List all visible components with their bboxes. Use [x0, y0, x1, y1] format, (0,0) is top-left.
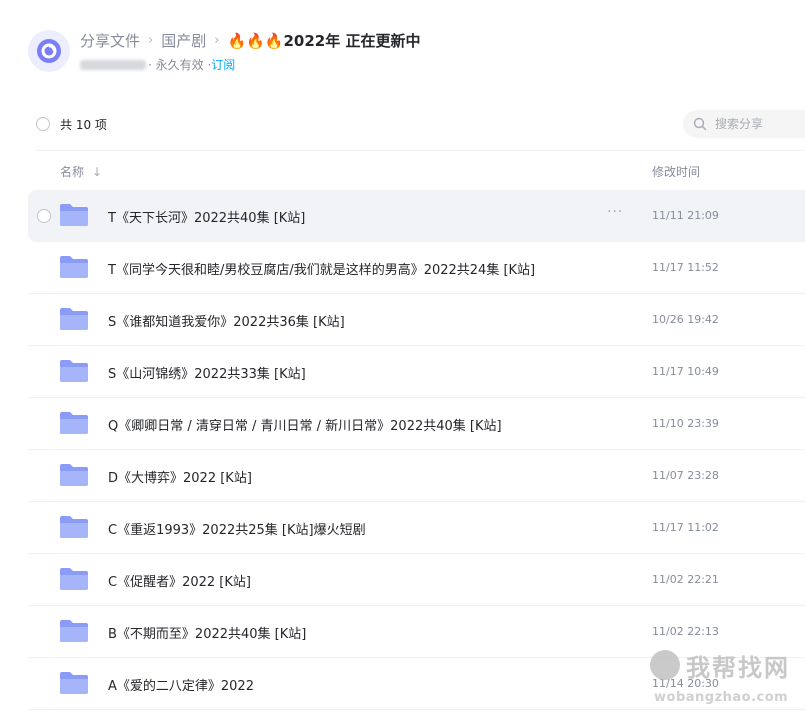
- file-name[interactable]: T《同学今天很和睦/男校豆腐店/我们就是这样的男高》2022共24集 [K站]: [108, 259, 535, 278]
- more-icon[interactable]: ···: [607, 204, 623, 220]
- sharer-name-blurred: [80, 59, 146, 70]
- folder-icon: [59, 359, 89, 387]
- file-name[interactable]: C《重返1993》2022共25集 [K站]爆火短剧: [108, 519, 366, 538]
- modified-time: 11/17 11:02: [652, 521, 719, 534]
- search-icon: [693, 117, 707, 131]
- header-divider: [36, 150, 805, 151]
- table-row[interactable]: D《大博弈》2022 [K站]···11/07 23:28: [28, 450, 805, 502]
- folder-icon: [59, 567, 89, 595]
- file-name[interactable]: S《谁都知道我爱你》2022共36集 [K站]: [108, 311, 345, 330]
- select-all-checkbox[interactable]: [36, 117, 50, 131]
- file-name[interactable]: D《大博弈》2022 [K站]: [108, 467, 252, 486]
- table-row[interactable]: C《重返1993》2022共25集 [K站]爆火短剧···11/17 11:02: [28, 502, 805, 554]
- modified-time: 11/17 11:52: [652, 261, 719, 274]
- table-row[interactable]: S《山河锦绣》2022共33集 [K站]···11/17 10:49: [28, 346, 805, 398]
- file-name[interactable]: C《促醒者》2022 [K站]: [108, 571, 251, 590]
- column-name[interactable]: 名称 ↓: [60, 163, 102, 180]
- search-box[interactable]: [683, 110, 805, 138]
- folder-icon: [59, 619, 89, 647]
- folder-icon: [59, 307, 89, 335]
- file-name[interactable]: T《天下长河》2022共40集 [K站]: [108, 207, 305, 226]
- folder-icon: [59, 515, 89, 543]
- chevron-right-icon: ›: [148, 33, 154, 48]
- validity-label: · 永久有效 ·: [148, 58, 212, 72]
- folder-icon: [59, 463, 89, 491]
- watermark-title: 我帮找网: [686, 654, 790, 682]
- folder-icon: [59, 671, 89, 699]
- item-count: 共 10 项: [60, 118, 107, 132]
- column-header: 名称 ↓ 修改时间: [28, 158, 805, 182]
- modified-time: 10/26 19:42: [652, 313, 719, 326]
- cloud-logo-icon: [28, 30, 70, 72]
- share-header: 分享文件 › 国产剧 › 🔥🔥🔥2022年 正在更新中 · 永久有效 · 订阅: [28, 26, 788, 76]
- breadcrumb-current-folder: 🔥🔥🔥2022年 正在更新中: [227, 32, 421, 50]
- folder-icon: [59, 203, 89, 231]
- modified-time: 11/07 23:28: [652, 469, 719, 482]
- table-row[interactable]: Q《卿卿日常 / 清穿日常 / 青川日常 / 新川日常》2022共40集 [K站…: [28, 398, 805, 450]
- file-name[interactable]: B《不期而至》2022共40集 [K站]: [108, 623, 306, 642]
- modified-time: 11/11 21:09: [652, 209, 719, 222]
- table-row[interactable]: T《天下长河》2022共40集 [K站] ··· 11/11 21:09: [28, 190, 805, 242]
- watermark-url: wobangzhao.com: [654, 690, 789, 705]
- breadcrumb: 分享文件 › 国产剧 › 🔥🔥🔥2022年 正在更新中: [80, 30, 420, 51]
- sort-arrow-icon[interactable]: ↓: [92, 165, 102, 179]
- column-name-label: 名称: [60, 165, 85, 179]
- table-row[interactable]: S《谁都知道我爱你》2022共36集 [K站]···10/26 19:42: [28, 294, 805, 346]
- search-input[interactable]: [713, 116, 805, 132]
- modified-time: 11/02 22:13: [652, 625, 719, 638]
- modified-time: 11/17 10:49: [652, 365, 719, 378]
- breadcrumb-item-share-files[interactable]: 分享文件: [80, 30, 140, 51]
- modified-time: 11/10 23:39: [652, 417, 719, 430]
- modified-time: 11/02 22:21: [652, 573, 719, 586]
- subscribe-link[interactable]: 订阅: [211, 56, 235, 73]
- table-row[interactable]: T《同学今天很和睦/男校豆腐店/我们就是这样的男高》2022共24集 [K站]·…: [28, 242, 805, 294]
- file-name[interactable]: A《爱的二八定律》2022: [108, 675, 254, 694]
- file-list: T《天下长河》2022共40集 [K站] ··· 11/11 21:09 T《同学今天…: [28, 190, 805, 710]
- watermark: 我帮找网 wobangzhao.com: [646, 648, 805, 721]
- share-meta: · 永久有效 · 订阅: [80, 56, 235, 73]
- folder-icon: [59, 411, 89, 439]
- table-row[interactable]: C《促醒者》2022 [K站]···11/02 22:21: [28, 554, 805, 606]
- file-name[interactable]: S《山河锦绣》2022共33集 [K站]: [108, 363, 306, 382]
- folder-icon: [59, 255, 89, 283]
- watermark-logo-icon: [650, 650, 680, 680]
- column-modified-time[interactable]: 修改时间: [652, 163, 700, 180]
- list-toolbar: 共 10 项: [28, 108, 805, 140]
- breadcrumb-item-domestic-drama[interactable]: 国产剧: [161, 30, 206, 51]
- chevron-right-icon: ›: [214, 33, 220, 48]
- file-name[interactable]: Q《卿卿日常 / 清穿日常 / 青川日常 / 新川日常》2022共40集 [K站…: [108, 415, 502, 434]
- row-checkbox[interactable]: [37, 209, 51, 223]
